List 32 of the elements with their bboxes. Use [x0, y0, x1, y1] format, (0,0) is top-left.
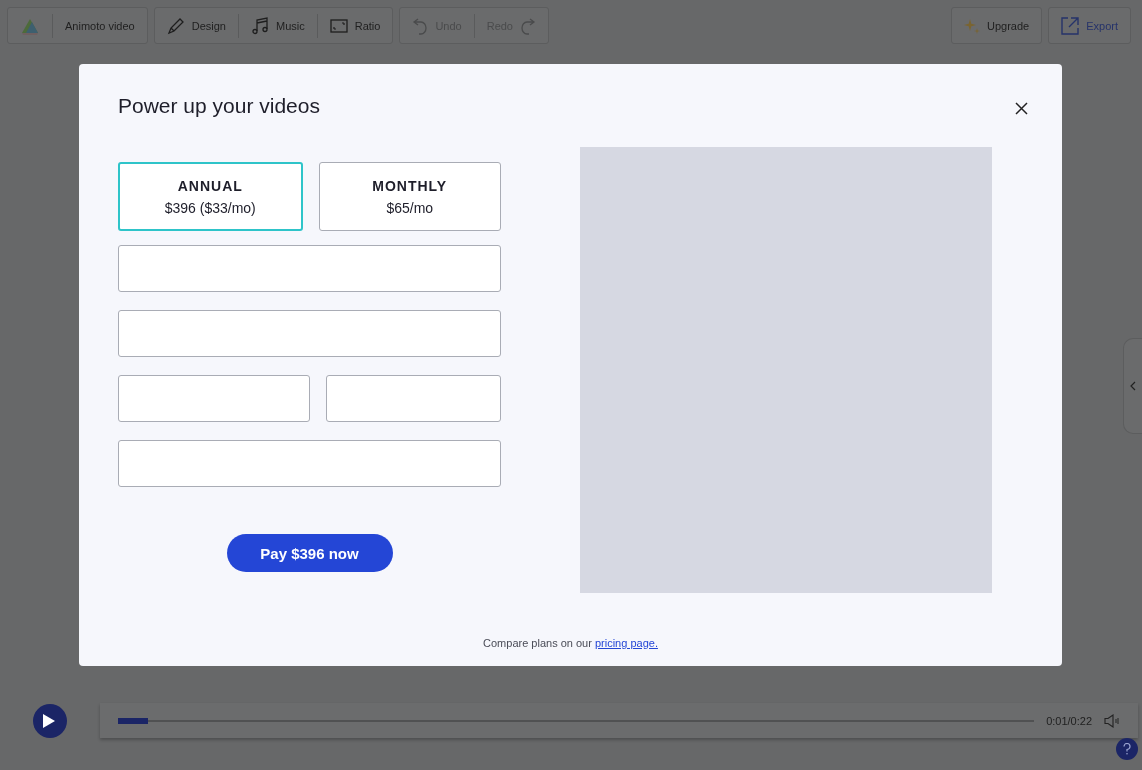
play-button[interactable] — [33, 703, 67, 738]
design-button[interactable]: Design — [154, 8, 238, 43]
music-note-icon — [250, 16, 269, 35]
footer-text: Compare plans on our pricing page. — [482, 637, 659, 649]
pencil-icon — [166, 16, 185, 35]
chevron-left-icon — [1130, 381, 1136, 391]
input-field[interactable] — [118, 375, 310, 422]
export-icon — [1061, 16, 1080, 35]
dialog-title: Power up your videos — [118, 94, 320, 118]
redo-icon — [520, 16, 536, 35]
music-button[interactable]: Music — [238, 8, 317, 43]
close-button[interactable] — [1015, 102, 1028, 115]
side-panel-tab[interactable] — [1123, 338, 1142, 434]
speaker-icon[interactable] — [1104, 713, 1120, 728]
ratio-button[interactable]: Ratio — [317, 8, 393, 43]
undo-icon — [412, 16, 429, 35]
plan-option[interactable]: ANNUAL $396 ($33/mo) — [118, 162, 303, 231]
input-field[interactable] — [118, 310, 501, 357]
close-icon — [1015, 102, 1028, 115]
help-button[interactable] — [1116, 738, 1138, 760]
play-icon — [42, 712, 56, 729]
plan-option[interactable]: MONTHLY $65/mo — [318, 162, 501, 231]
pricing-link[interactable]: pricing page. — [594, 637, 658, 649]
input-field[interactable] — [118, 440, 501, 487]
upgrade-button[interactable]: Upgrade — [952, 8, 1042, 43]
export-button[interactable]: Export — [1049, 8, 1130, 43]
playback-time: 0:01/0:22 — [1046, 714, 1092, 727]
input-field[interactable] — [118, 245, 501, 292]
pay-button[interactable]: Pay $396 now — [226, 534, 393, 572]
input-field[interactable] — [326, 375, 501, 422]
aspect-ratio-icon — [329, 18, 348, 33]
question-icon — [1123, 743, 1131, 755]
